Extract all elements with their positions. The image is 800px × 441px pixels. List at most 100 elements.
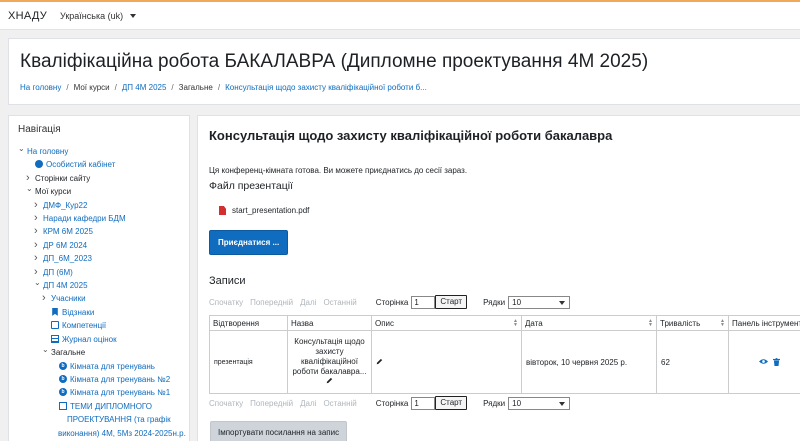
sort-icon: ▲ ▼ (513, 318, 518, 328)
chevron-down-icon[interactable]: ⌄ (18, 142, 27, 155)
breadcrumb-course[interactable]: ДП 4М 2025 (122, 83, 167, 92)
nav-item[interactable]: b Кімната для тренувань (18, 360, 180, 373)
pager-first[interactable]: Спочатку (209, 298, 243, 307)
language-label: Українська (uk) (60, 10, 124, 21)
pager-rows-label: Рядки (483, 297, 506, 307)
dashboard-icon (35, 160, 43, 169)
breadcrumb-home[interactable]: На головну (20, 83, 61, 92)
nav-item[interactable]: ⌄ На головну (18, 142, 180, 158)
presentation-file[interactable]: start_presentation.pdf (219, 206, 795, 215)
nav-item-label: ДМФ_Кур22 (43, 200, 88, 210)
chevron-down-icon[interactable]: ⌄ (26, 182, 35, 195)
col-header-playback[interactable]: Відтворення (209, 315, 288, 331)
nav-item[interactable]: b Кімната для тренувань №1 (18, 386, 180, 399)
col-header-date[interactable]: Дата ▲ ▼ (521, 315, 657, 331)
breadcrumb-separator: / (171, 83, 174, 92)
cell-playback[interactable]: презентація (209, 330, 288, 394)
pager-prev[interactable]: Попередній (250, 399, 293, 408)
pager-first[interactable]: Спочатку (209, 399, 243, 408)
chevron-right-icon[interactable]: › (34, 252, 43, 264)
navigation-tree: ⌄ На головну Особистий кабінет › Сторінки са… (18, 142, 186, 441)
pager-start-button[interactable]: Старт (435, 396, 468, 410)
recording-name: Консультація щодо захисту кваліфікаційно… (292, 337, 367, 376)
col-header-duration[interactable]: Тривалість ▲ ▼ (656, 315, 729, 331)
nav-item-label: Сторінки сайту (35, 173, 91, 183)
bigbluebutton-icon: b (59, 374, 67, 383)
pager-last[interactable]: Останній (323, 399, 356, 408)
nav-item-label: На головну (27, 147, 69, 156)
cell-toolbar (728, 330, 800, 394)
language-menu[interactable]: Українська (uk) (60, 10, 137, 21)
nav-item-label: Журнал оцінок (62, 334, 117, 344)
site-brand[interactable]: ХНАДУ (8, 10, 47, 22)
table-row: презентація Консультація щодо захисту кв… (209, 330, 800, 394)
navigation-title: Навігація (18, 124, 61, 135)
col-header-description[interactable]: Опис ▲ ▼ (371, 315, 522, 331)
page-title: Кваліфікаційна робота БАКАЛАВРА (Дипломн… (20, 51, 649, 72)
nav-item-label: виконання) 4М, 5Мз 2024-2025н.р. (58, 428, 186, 438)
nav-item[interactable]: ⌄ Загальне (18, 343, 180, 359)
nav-item[interactable]: ⌄ ДП 4М 2025 (18, 276, 180, 292)
nav-item[interactable]: ⌄ Мої курси (18, 182, 180, 198)
nav-item[interactable]: › ДР 6М 2024 (18, 239, 180, 252)
chevron-down-icon[interactable]: ⌄ (34, 276, 43, 289)
nav-item-label: ПРОЕКТУВАННЯ (та графік (67, 415, 171, 425)
chevron-right-icon[interactable]: › (34, 225, 43, 237)
nav-item[interactable]: Відзнаки (18, 306, 180, 319)
nav-item-label: Наради кафедри БДМ (43, 214, 126, 224)
nav-item-label: Компетенції (62, 321, 107, 331)
eye-icon[interactable] (758, 358, 768, 365)
pager-prev[interactable]: Попередній (250, 298, 293, 307)
breadcrumb-activity[interactable]: Консультація щодо захисту кваліфікаційно… (225, 83, 427, 92)
document-icon (59, 401, 67, 410)
edit-pencil-icon[interactable] (376, 358, 383, 365)
recordings-heading: Записи (209, 275, 246, 287)
room-status-text: Ця конференц-кімната готова. Ви можете п… (209, 166, 468, 175)
pager-rows-label: Рядки (483, 398, 506, 408)
nav-item[interactable]: b Кімната для тренувань №2 (18, 373, 180, 386)
nav-item[interactable]: › ДМФ_Кур22 (18, 199, 180, 212)
chevron-down-icon[interactable]: ⌄ (42, 343, 51, 356)
nav-item[interactable]: › ДП_6М_2023 (18, 252, 180, 265)
breadcrumb-separator: / (114, 83, 117, 92)
nav-item[interactable]: ПРОЕКТУВАННЯ (та графік (18, 413, 180, 426)
caret-down-icon (559, 401, 566, 406)
caret-down-icon (559, 300, 566, 305)
checkbox-icon (51, 321, 59, 330)
nav-item[interactable]: › Сторінки сайту (18, 172, 180, 185)
pager-last[interactable]: Останній (323, 298, 356, 307)
recordings-pager-top: Спочатку Попередній Далі Останній Сторін… (209, 295, 795, 309)
import-recording-links-button[interactable]: Імпортувати посилання на запис (210, 421, 348, 441)
pager-page-input[interactable]: 1 (411, 295, 436, 309)
main-content: Консультація щодо захисту кваліфікаційно… (197, 115, 800, 441)
rows-select-value: 10 (512, 297, 522, 307)
col-header-name[interactable]: Назва (287, 315, 372, 331)
recordings-table: Відтворення Назва Опис ▲ ▼ Дата ▲ ▼ Триваліс… (209, 315, 800, 394)
nav-item[interactable]: Компетенції (18, 319, 180, 332)
nav-item[interactable]: › Наради кафедри БДМ (18, 212, 180, 225)
nav-item[interactable]: › КРМ 6М 2025 (18, 225, 180, 238)
col-header-toolbar: Панель інструментів (728, 315, 800, 331)
chevron-right-icon[interactable]: › (34, 239, 43, 251)
nav-item[interactable]: ТЕМИ ДИПЛОМНОГО (18, 400, 180, 413)
join-session-button[interactable]: Приєднатися ... (209, 230, 289, 255)
nav-item[interactable]: › Учасники (18, 292, 180, 305)
breadcrumb: На головну / Мої курси / ДП 4М 2025 / За… (20, 83, 796, 92)
trash-icon[interactable] (772, 358, 780, 366)
pager-rows-select[interactable]: 10 (508, 396, 571, 410)
nav-item[interactable]: виконання) 4М, 5Мз 2024-2025н.р. (18, 427, 186, 440)
chevron-right-icon[interactable]: › (34, 199, 43, 211)
pager-page-input[interactable]: 1 (411, 396, 436, 410)
edit-pencil-icon[interactable] (326, 377, 333, 384)
pager-start-button[interactable]: Старт (435, 295, 468, 309)
chevron-right-icon[interactable]: › (42, 292, 51, 304)
page-header: Кваліфікаційна робота БАКАЛАВРА (Дипломн… (8, 38, 800, 105)
nav-item[interactable]: Особистий кабінет (18, 158, 180, 171)
pager-next[interactable]: Далі (300, 298, 316, 307)
pager-rows-select[interactable]: 10 (508, 295, 571, 309)
pager-next[interactable]: Далі (300, 399, 316, 408)
breadcrumb-separator: / (66, 83, 69, 92)
pdf-icon (219, 206, 226, 215)
chevron-right-icon[interactable]: › (34, 212, 43, 224)
nav-item-label: Відзнаки (62, 307, 95, 317)
